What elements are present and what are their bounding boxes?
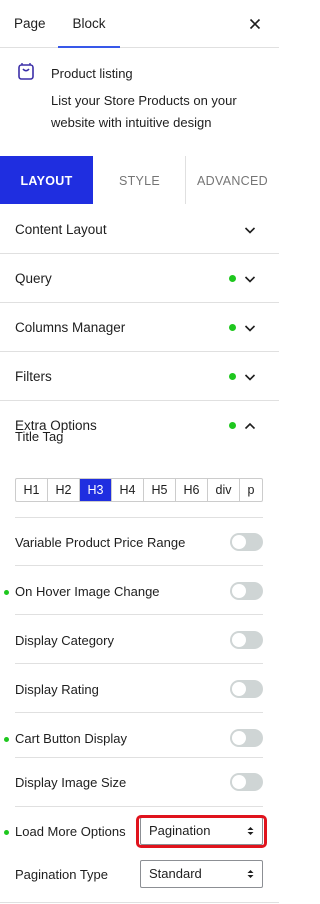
display-image-size-toggle[interactable] [230, 773, 263, 791]
title-tag-h2[interactable]: H2 [48, 479, 80, 501]
pagination-type-label: Pagination Type [15, 867, 108, 882]
panel-label: Filters [15, 369, 52, 384]
display-category-toggle[interactable] [230, 631, 263, 649]
title-tag-button-group: H1 H2 H3 H4 H5 H6 div p [15, 478, 263, 502]
divider [15, 712, 263, 713]
sidebar-tabs: Page Block [0, 0, 279, 48]
divider [15, 806, 263, 807]
display-rating-toggle[interactable] [230, 680, 263, 698]
highlight-box [136, 815, 267, 848]
title-tag-label: Title Tag [15, 429, 64, 444]
panel-query[interactable]: Query [0, 254, 279, 303]
block-card: Product listing List your Store Products… [0, 48, 279, 156]
store-bag-icon [18, 63, 34, 80]
panel-label: Columns Manager [15, 320, 126, 335]
chevron-down-icon [244, 374, 256, 381]
modified-indicator [4, 590, 9, 595]
option-label: Variable Product Price Range [15, 535, 186, 550]
tab-block[interactable]: Block [58, 0, 120, 48]
panel-label: Content Layout [15, 222, 107, 237]
variable-price-range-toggle[interactable] [230, 533, 263, 551]
modified-indicator [4, 737, 9, 742]
load-more-label: Load More Options [15, 824, 126, 839]
divider [15, 565, 263, 566]
option-label: On Hover Image Change [15, 584, 160, 599]
tab-advanced[interactable]: ADVANCED [185, 156, 279, 204]
option-label: Display Rating [15, 682, 99, 697]
hover-image-change-toggle[interactable] [230, 582, 263, 600]
tab-style[interactable]: STYLE [93, 156, 186, 204]
title-tag-h4[interactable]: H4 [112, 479, 144, 501]
title-tag-div[interactable]: div [208, 479, 240, 501]
chevron-down-icon [244, 325, 256, 332]
chevron-down-icon [244, 276, 256, 283]
inspector-tabs: LAYOUT STYLE ADVANCED [0, 156, 279, 204]
panel-content-layout[interactable]: Content Layout [0, 205, 279, 254]
panel-columns-manager[interactable]: Columns Manager [0, 303, 279, 352]
select-arrows-icon [247, 870, 254, 878]
modified-indicator [229, 324, 236, 331]
option-label: Display Category [15, 633, 114, 648]
block-description: List your Store Products on your website… [51, 93, 237, 130]
title-tag-h1[interactable]: H1 [16, 479, 48, 501]
option-label: Display Image Size [15, 775, 127, 790]
select-value: Standard [149, 866, 202, 881]
pagination-type-select[interactable]: Standard [140, 860, 263, 888]
divider [15, 757, 263, 758]
tab-page[interactable]: Page [0, 0, 60, 47]
divider [0, 902, 279, 903]
close-button[interactable] [243, 12, 267, 36]
chevron-up-icon [244, 422, 256, 430]
title-tag-p[interactable]: p [240, 479, 262, 501]
panel-label: Query [15, 271, 52, 286]
modified-indicator [229, 422, 236, 429]
option-label: Cart Button Display [15, 731, 127, 746]
panel-filters[interactable]: Filters [0, 352, 279, 401]
modified-indicator [229, 373, 236, 380]
divider [15, 663, 263, 664]
close-icon [249, 18, 261, 30]
cart-button-display-toggle[interactable] [230, 729, 263, 747]
title-tag-h3[interactable]: H3 [80, 479, 112, 501]
divider [15, 517, 263, 518]
block-title: Product listing [51, 66, 133, 81]
chevron-down-icon [244, 227, 256, 234]
divider [15, 614, 263, 615]
modified-indicator [4, 830, 9, 835]
title-tag-h6[interactable]: H6 [176, 479, 208, 501]
modified-indicator [229, 275, 236, 282]
tab-layout[interactable]: LAYOUT [0, 156, 93, 204]
title-tag-h5[interactable]: H5 [144, 479, 176, 501]
